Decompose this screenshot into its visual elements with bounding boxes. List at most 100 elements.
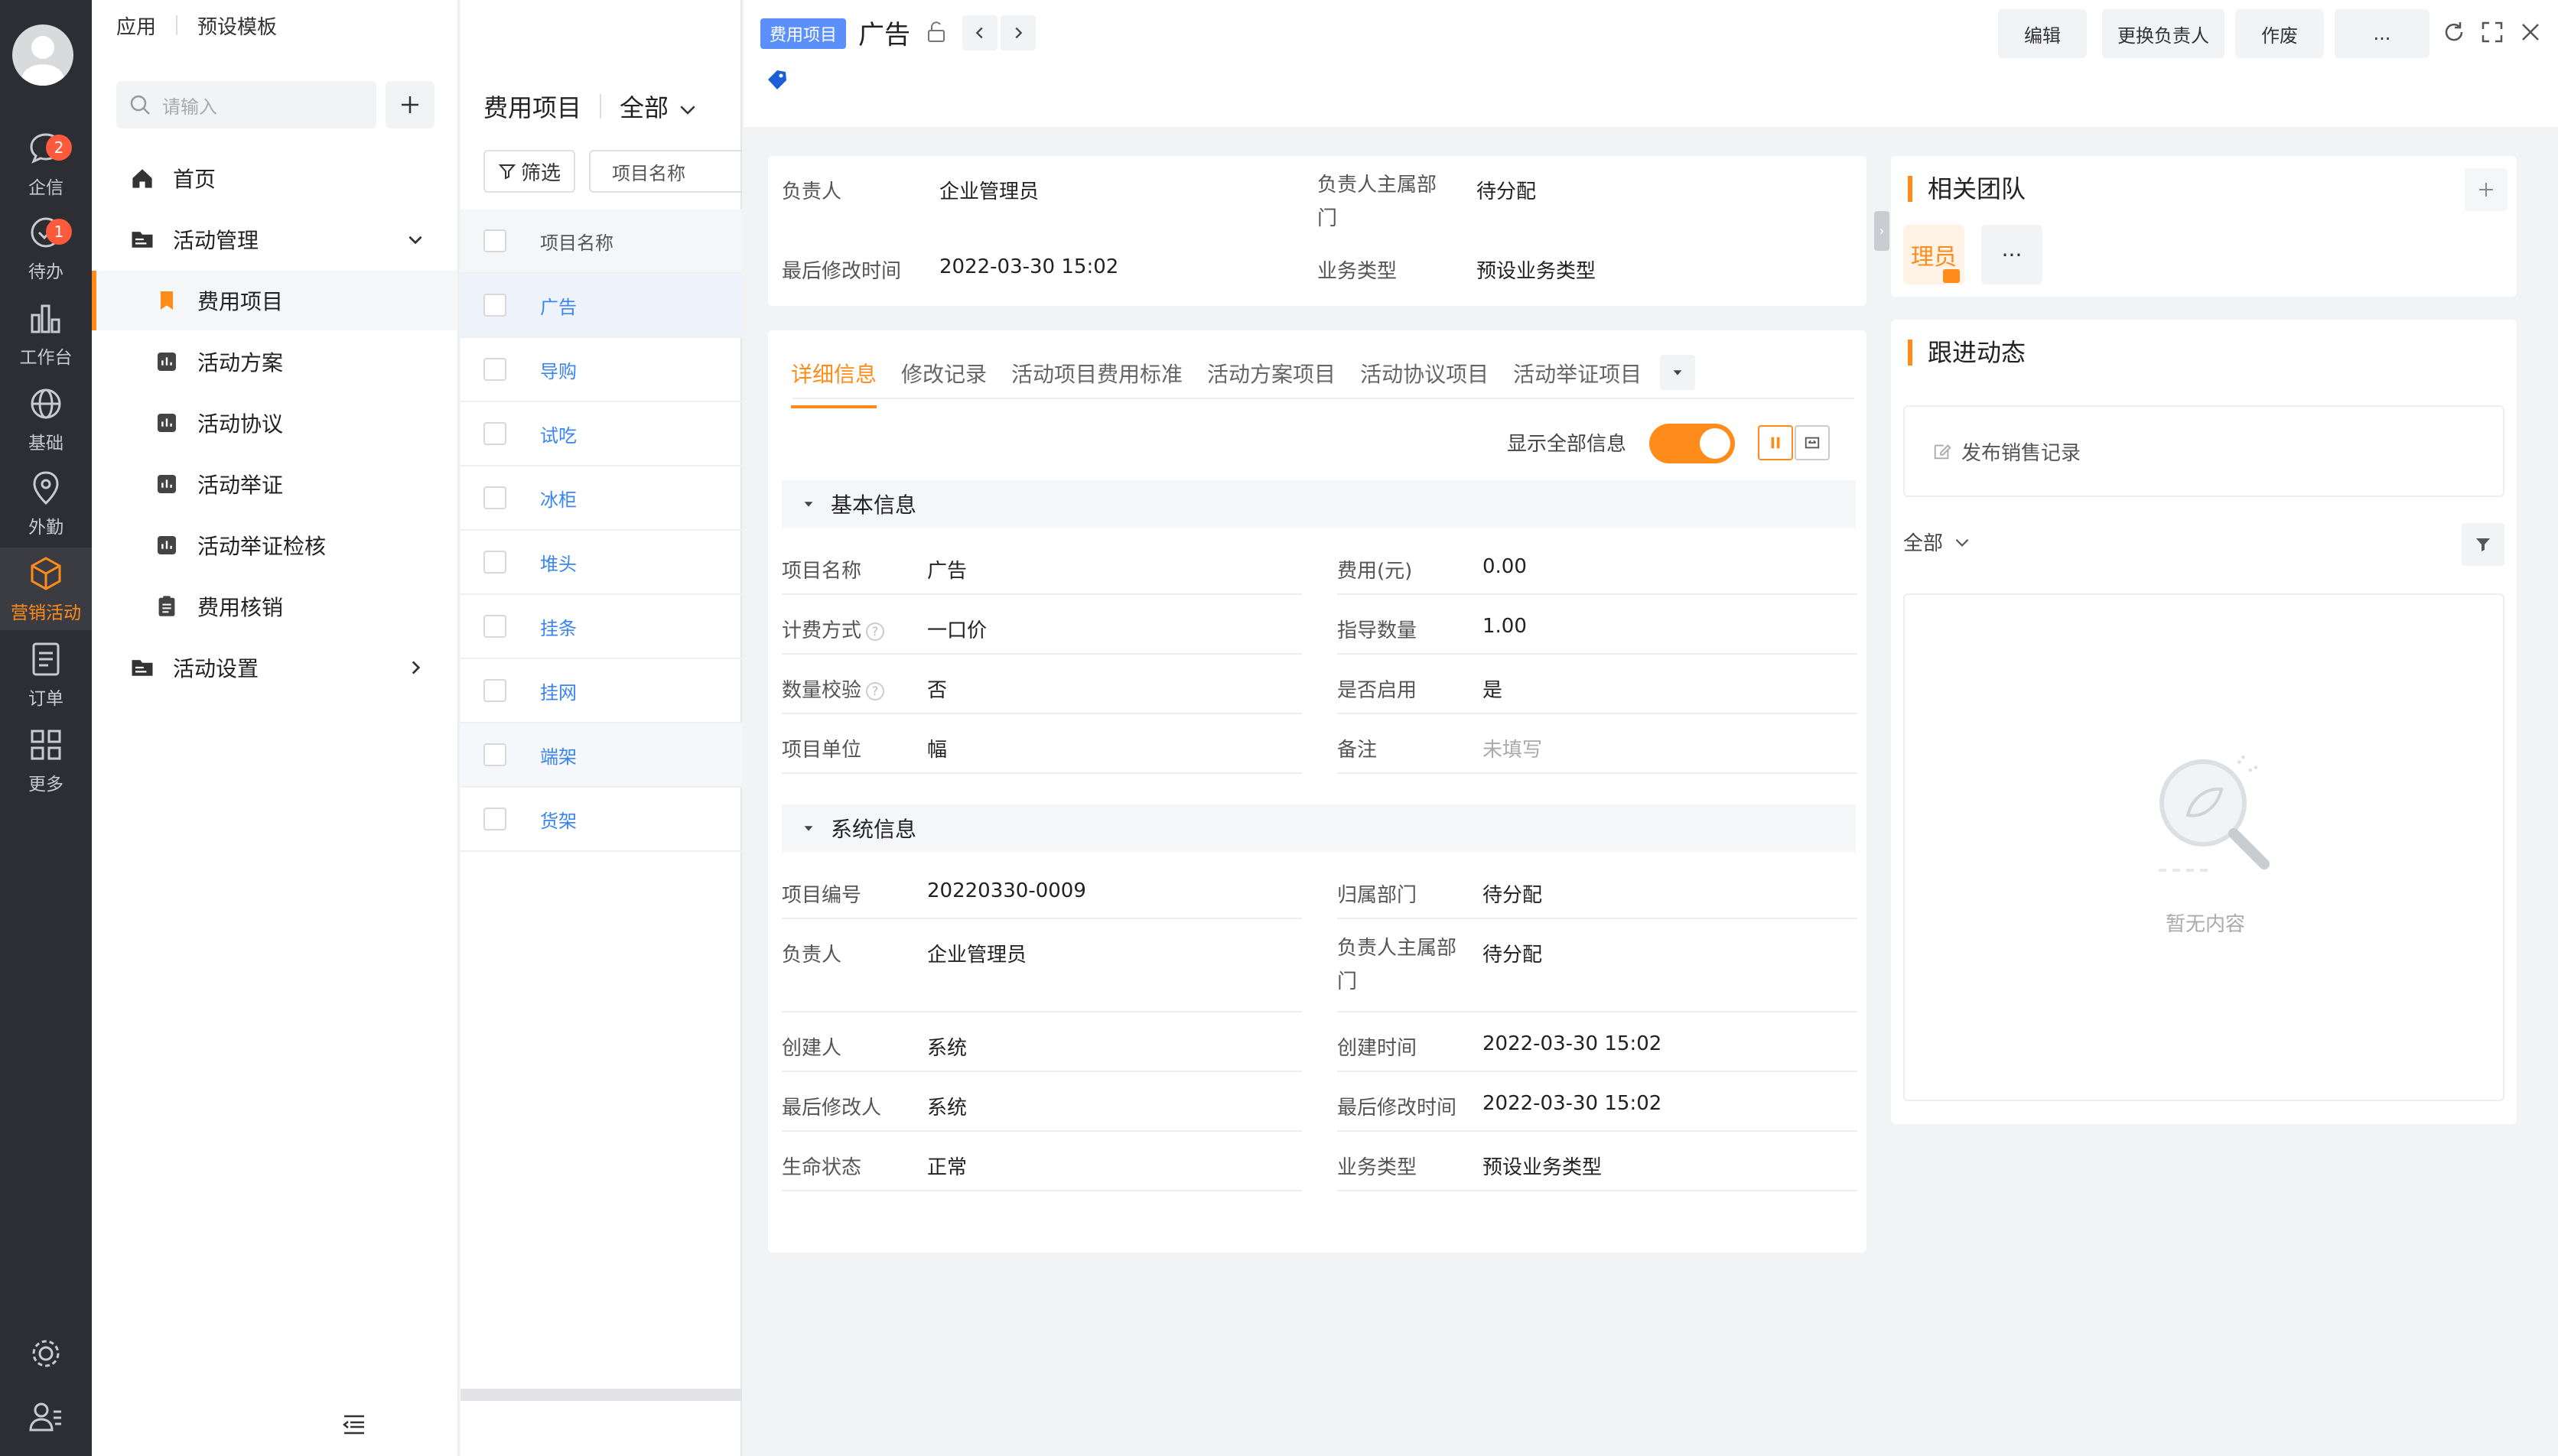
team-more-button[interactable]: ··· [1981,225,2042,284]
menu-item-activity-plan[interactable]: 活动方案 [92,332,457,392]
tab-expense-standard[interactable]: 活动项目费用标准 [1011,358,1183,408]
publish-sales-record-button[interactable]: 发布销售记录 [1903,405,2504,497]
add-button[interactable] [386,81,434,128]
follow-filter-button[interactable] [2462,523,2504,566]
more-actions-button[interactable]: ... [2335,9,2429,58]
void-button[interactable]: 作废 [2235,9,2324,58]
menu-label: 活动方案 [197,350,284,375]
menu-item-activity-mgmt[interactable]: 活动管理 [92,210,457,269]
row-link[interactable]: 堆头 [540,549,577,576]
menu-item-expense-item[interactable]: 费用项目 [92,271,457,330]
tab-proof-items[interactable]: 活动举证项目 [1513,358,1642,408]
list-row[interactable]: 端架 [461,723,742,788]
row-link[interactable]: 冰柜 [540,485,577,512]
menu-search-input[interactable]: 请输入 [116,81,376,128]
next-record-button[interactable] [1001,15,1036,50]
row-link[interactable]: 挂条 [540,613,577,640]
edit-button[interactable]: 编辑 [1998,9,2087,58]
section-header-system[interactable]: 系统信息 [782,804,1856,852]
rail-item-todo[interactable]: 待办 1 [0,206,92,289]
row-checkbox[interactable] [483,358,506,381]
menu-item-activity-proof[interactable]: 活动举证 [92,454,457,514]
select-all-checkbox[interactable] [483,229,506,252]
list-row[interactable]: 堆头 [461,531,742,595]
row-checkbox[interactable] [483,743,506,766]
filter-button[interactable]: 筛选 [483,150,575,193]
field-value: 企业管理员 [927,944,1027,967]
follow-scope-select[interactable]: 全部 [1903,528,1972,556]
collapse-menu-button[interactable] [341,1412,367,1438]
field-label: 费用(元) [1337,560,1413,583]
row-link[interactable]: 货架 [540,806,577,833]
rail-item-workbench[interactable]: 工作台 [0,292,92,375]
team-member-avatar[interactable]: 理员 [1903,225,1964,284]
profile-button[interactable] [26,1396,66,1436]
close-icon[interactable] [2518,20,2543,44]
rail-item-qixin[interactable]: 企信 2 [0,122,92,205]
menu-item-home[interactable]: 首页 [92,148,457,208]
tab-agreement-items[interactable]: 活动协议项目 [1360,358,1489,408]
rail-item-more[interactable]: 更多 [0,719,92,801]
prev-record-button[interactable] [962,15,997,50]
change-owner-button[interactable]: 更换负责人 [2102,9,2224,58]
field-label: 负责人 [782,944,842,967]
section-header-basic[interactable]: 基本信息 [782,480,1856,528]
tag-icon[interactable] [765,67,789,92]
row-checkbox[interactable] [483,422,506,445]
fullscreen-icon[interactable] [2480,20,2504,44]
rail-item-field[interactable]: 外勤 [0,462,92,544]
settings-button[interactable] [26,1334,66,1373]
lock-open-icon[interactable] [924,20,949,44]
list-row[interactable]: 挂条 [461,595,742,659]
object-name: 费用项目 [483,93,582,122]
refresh-icon[interactable] [2442,20,2466,44]
avatar[interactable] [12,24,73,86]
list-row[interactable]: 冰柜 [461,466,742,531]
help-icon[interactable]: ? [866,681,885,700]
layout-wide-button[interactable] [1795,425,1830,460]
row-checkbox[interactable] [483,615,506,638]
row-link[interactable]: 试吃 [540,421,577,447]
layout-two-column-button[interactable] [1758,425,1793,460]
row-checkbox[interactable] [483,551,506,574]
chevron-down-icon [680,106,695,115]
tab-detail-info[interactable]: 详细信息 [791,358,877,408]
show-all-toggle[interactable] [1649,424,1735,463]
list-row[interactable]: 导购 [461,338,742,402]
add-team-member-button[interactable] [2465,168,2508,211]
expand-side-handle[interactable]: › [1874,211,1889,251]
sort-field-select[interactable]: 项目名称 [589,150,742,193]
left-rail: 企信 2 待办 1 工作台 基础 外勤 营销活动 订单 更多 [0,0,92,1456]
list-row[interactable]: 广告 [461,274,742,338]
rail-item-order[interactable]: 订单 [0,633,92,716]
tab-change-log[interactable]: 修改记录 [901,358,987,408]
menu-item-proof-check[interactable]: 活动举证检核 [92,515,457,575]
rail-item-basic[interactable]: 基础 [0,378,92,460]
scope-select[interactable]: 全部 [620,89,699,124]
template-link[interactable]: 预设模板 [197,11,277,40]
rail-label: 营销活动 [11,603,81,623]
row-link[interactable]: 广告 [540,292,577,319]
row-link[interactable]: 挂网 [540,678,577,704]
row-link[interactable]: 导购 [540,356,577,383]
row-checkbox[interactable] [483,808,506,830]
field-row: 创建时间 2022-03-30 15:02 [1337,1012,1857,1072]
row-checkbox[interactable] [483,486,506,509]
tab-plan-items[interactable]: 活动方案项目 [1207,358,1336,408]
list-row[interactable]: 试吃 [461,402,742,466]
list-row[interactable]: 货架 [461,788,742,852]
menu-item-expense-writeoff[interactable]: 费用核销 [92,577,457,636]
horizontal-scrollbar[interactable] [461,1389,742,1401]
help-icon[interactable]: ? [866,622,885,641]
row-checkbox[interactable] [483,679,506,702]
record-title: 广告 [858,20,910,50]
row-link[interactable]: 端架 [540,742,577,769]
menu-item-activity-agreement[interactable]: 活动协议 [92,393,457,453]
more-tabs-button[interactable] [1660,355,1695,390]
row-checkbox[interactable] [483,294,506,317]
field-value: 待分配 [1482,944,1543,967]
app-link[interactable]: 应用 [116,11,156,40]
menu-item-activity-settings[interactable]: 活动设置 [92,638,457,697]
rail-item-marketing[interactable]: 营销活动 [0,548,92,630]
list-row[interactable]: 挂网 [461,659,742,723]
